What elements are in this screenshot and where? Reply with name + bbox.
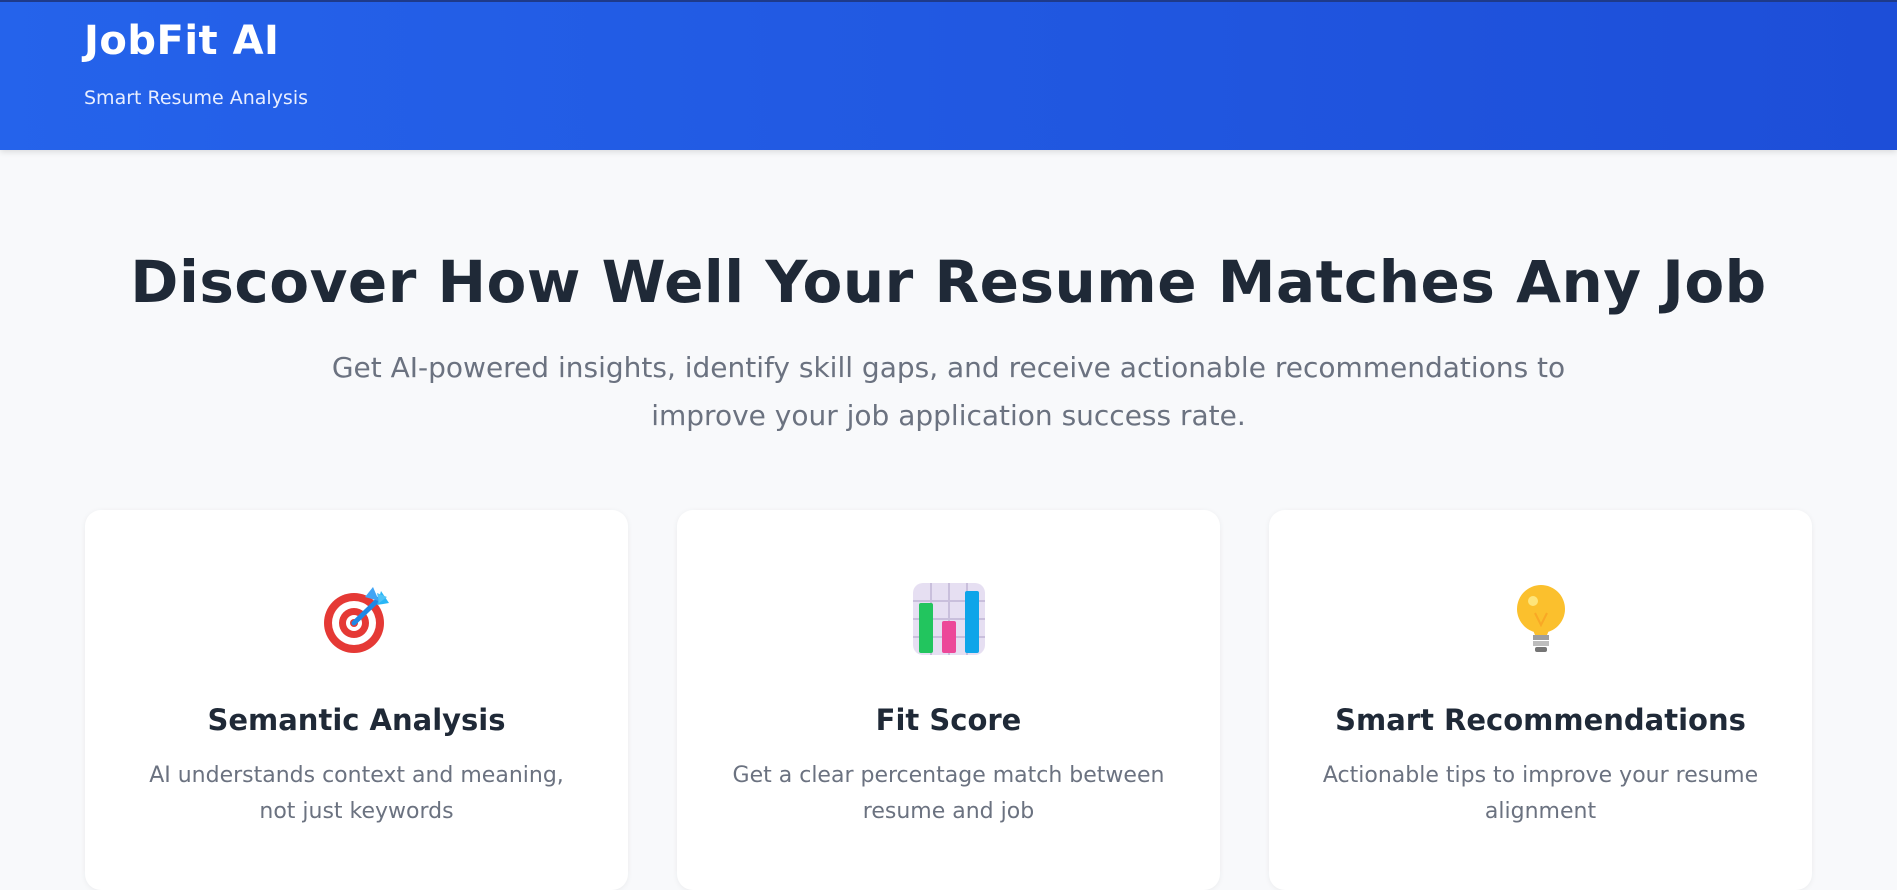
feature-title: Semantic Analysis bbox=[207, 703, 506, 737]
app-header: JobFit AI Smart Resume Analysis bbox=[0, 0, 1897, 150]
feature-title: Smart Recommendations bbox=[1335, 703, 1746, 737]
feature-card-fit-score: Fit Score Get a clear percentage match b… bbox=[677, 510, 1220, 890]
feature-card-smart-recommendations: Smart Recommendations Actionable tips to… bbox=[1269, 510, 1812, 890]
feature-card-semantic-analysis: Semantic Analysis AI understands context… bbox=[85, 510, 628, 890]
feature-title: Fit Score bbox=[875, 703, 1022, 737]
bar-chart-icon bbox=[913, 583, 985, 655]
brand-subtitle: Smart Resume Analysis bbox=[84, 87, 309, 109]
lightbulb-icon bbox=[1505, 583, 1577, 655]
brand-title[interactable]: JobFit AI bbox=[84, 18, 279, 64]
feature-description: Actionable tips to improve your resume a… bbox=[1322, 763, 1759, 824]
hero-title: Discover How Well Your Resume Matches An… bbox=[130, 248, 1767, 316]
hero-subtitle: Get AI-powered insights, identify skill … bbox=[331, 351, 1566, 432]
target-icon bbox=[321, 583, 393, 655]
feature-description: AI understands context and meaning, not … bbox=[149, 763, 564, 824]
feature-description: Get a clear percentage match between res… bbox=[732, 763, 1165, 824]
